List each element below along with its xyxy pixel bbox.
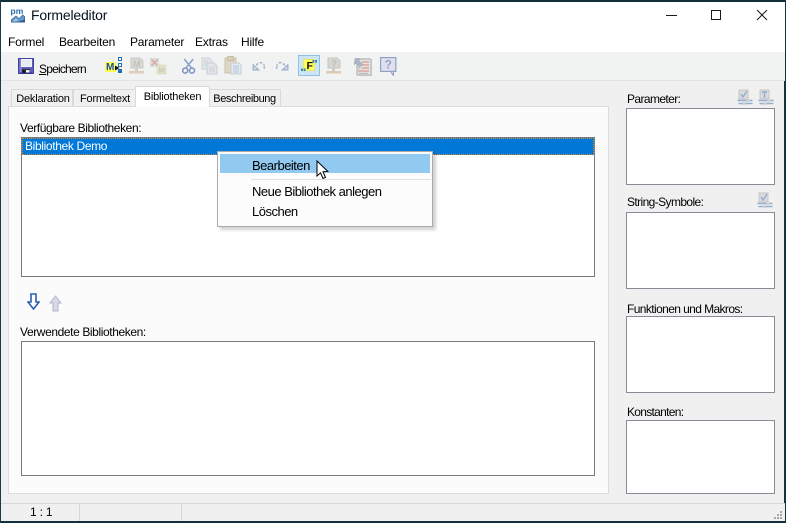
svg-text:F: F [307,60,314,72]
svg-text:M: M [133,59,141,69]
svg-text:?: ? [385,58,392,72]
svg-text:pm: pm [11,7,24,16]
svg-text:M: M [159,68,165,75]
svg-text:M: M [106,62,114,73]
